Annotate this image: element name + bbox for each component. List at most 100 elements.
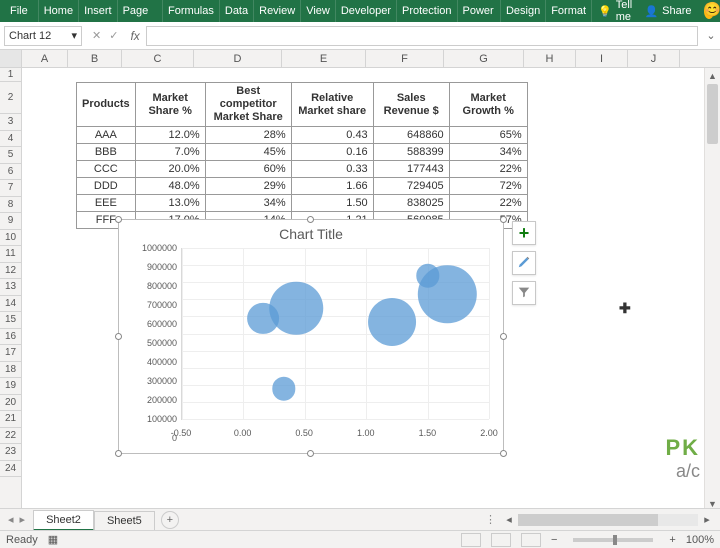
horizontal-scrollbar[interactable]: ◂ ▸ [502, 513, 714, 526]
row-header[interactable]: 5 [0, 147, 21, 164]
scroll-thumb[interactable] [707, 84, 718, 144]
row-header[interactable]: 6 [0, 164, 21, 181]
page-break-view-button[interactable] [521, 533, 541, 547]
th-market-growth[interactable]: Market Growth % [449, 83, 527, 127]
resize-handle[interactable] [115, 450, 122, 457]
cells-area[interactable]: Products Market Share % Best competitor … [22, 68, 720, 512]
ribbon-tab-design[interactable]: Design [501, 0, 546, 22]
chart-title[interactable]: Chart Title [119, 220, 503, 244]
cell[interactable]: EEE [77, 195, 136, 212]
zoom-in-button[interactable]: + [669, 534, 675, 546]
sheet-tab[interactable]: Sheet5 [94, 511, 155, 530]
row-header[interactable]: 15 [0, 312, 21, 329]
row-header[interactable]: 19 [0, 378, 21, 395]
col-header-J[interactable]: J [628, 50, 680, 67]
cell[interactable]: 28% [205, 127, 291, 144]
share-button[interactable]: 👤 Share [638, 5, 697, 18]
col-header-F[interactable]: F [366, 50, 444, 67]
ribbon-tab-home[interactable]: Home [39, 0, 79, 22]
cell[interactable]: 72% [449, 178, 527, 195]
row-header[interactable]: 11 [0, 246, 21, 263]
cell[interactable]: 20.0% [135, 161, 205, 178]
row-header[interactable]: 1 [0, 68, 21, 82]
col-header-A[interactable]: A [22, 50, 68, 67]
chart-object[interactable]: Chart Title 1000000 900000 800000 700000… [118, 219, 504, 454]
resize-handle[interactable] [115, 333, 122, 340]
cell[interactable]: 34% [205, 195, 291, 212]
zoom-slider[interactable] [573, 538, 653, 542]
sheet-nav-prev-icon[interactable]: ▸ [18, 513, 28, 526]
col-header-D[interactable]: D [194, 50, 282, 67]
cell[interactable]: 7.0% [135, 144, 205, 161]
row-header[interactable]: 13 [0, 279, 21, 296]
col-header-G[interactable]: G [444, 50, 524, 67]
bubble-BBB[interactable] [247, 302, 279, 334]
cell[interactable]: 48.0% [135, 178, 205, 195]
cell[interactable]: 588399 [373, 144, 449, 161]
scroll-up-arrow-icon[interactable]: ▲ [705, 68, 720, 84]
cell[interactable]: 12.0% [135, 127, 205, 144]
select-all-triangle[interactable] [0, 50, 22, 67]
cell[interactable]: 177443 [373, 161, 449, 178]
table-row[interactable]: BBB7.0%45%0.1658839934% [77, 144, 528, 161]
ribbon-tab-insert[interactable]: Insert [79, 0, 118, 22]
ribbon-tab-review[interactable]: Review [254, 0, 301, 22]
formula-input[interactable] [146, 26, 698, 46]
col-header-C[interactable]: C [122, 50, 194, 67]
resize-handle[interactable] [115, 216, 122, 223]
zoom-level[interactable]: 100% [686, 534, 714, 546]
fx-icon[interactable]: fx [124, 29, 145, 43]
row-header[interactable]: 24 [0, 461, 21, 478]
bubble-CCC[interactable] [272, 377, 295, 400]
th-market-share[interactable]: Market Share % [135, 83, 205, 127]
th-relative-market[interactable]: Relative Market share [291, 83, 373, 127]
row-header[interactable]: 21 [0, 411, 21, 428]
chart-plot-area[interactable]: 1000000 900000 800000 700000 600000 5000… [131, 248, 493, 438]
row-header[interactable]: 16 [0, 329, 21, 346]
bubble-FFF[interactable] [368, 298, 416, 346]
ribbon-tab-data[interactable]: Data [220, 0, 254, 22]
row-header[interactable]: 4 [0, 131, 21, 148]
row-header[interactable]: 17 [0, 345, 21, 362]
row-header[interactable]: 14 [0, 296, 21, 313]
enter-icon[interactable]: ✓ [109, 29, 118, 42]
hscroll-track[interactable] [518, 514, 698, 526]
cell[interactable]: 1.66 [291, 178, 373, 195]
cell[interactable]: AAA [77, 127, 136, 144]
row-header[interactable]: 20 [0, 395, 21, 412]
row-header[interactable]: 23 [0, 444, 21, 461]
row-header[interactable]: 12 [0, 263, 21, 280]
row-header[interactable]: 7 [0, 180, 21, 197]
row-header[interactable]: 18 [0, 362, 21, 379]
resize-handle[interactable] [500, 450, 507, 457]
normal-view-button[interactable] [461, 533, 481, 547]
scroll-right-arrow-icon[interactable]: ▸ [700, 513, 714, 526]
data-table[interactable]: Products Market Share % Best competitor … [76, 82, 528, 229]
cell[interactable]: 65% [449, 127, 527, 144]
tell-me[interactable]: 💡 Tell me [592, 0, 638, 23]
bubble-AAA[interactable] [269, 281, 323, 335]
col-header-B[interactable]: B [68, 50, 122, 67]
resize-handle[interactable] [307, 216, 314, 223]
sheet-nav-first-icon[interactable]: ◂ [6, 513, 16, 526]
cell[interactable]: 729405 [373, 178, 449, 195]
col-header-E[interactable]: E [282, 50, 366, 67]
expand-formula-bar-icon[interactable]: ⌄ [702, 29, 720, 42]
zoom-out-button[interactable]: − [551, 534, 557, 546]
chart-elements-button[interactable]: + [512, 221, 536, 245]
hscroll-thumb[interactable] [518, 514, 658, 526]
ribbon-tab-pagelayout[interactable]: Page Layo [118, 0, 163, 22]
table-row[interactable]: CCC20.0%60%0.3317744322% [77, 161, 528, 178]
cell[interactable]: 34% [449, 144, 527, 161]
th-best-competitor[interactable]: Best competitor Market Share [205, 83, 291, 127]
cell[interactable]: 0.33 [291, 161, 373, 178]
cell[interactable]: 648860 [373, 127, 449, 144]
resize-handle[interactable] [500, 333, 507, 340]
cell[interactable]: 60% [205, 161, 291, 178]
row-header[interactable]: 22 [0, 428, 21, 445]
cell[interactable]: 29% [205, 178, 291, 195]
resize-handle[interactable] [307, 450, 314, 457]
ribbon-tab-format[interactable]: Format [546, 0, 592, 22]
cell[interactable]: 13.0% [135, 195, 205, 212]
cell[interactable]: 45% [205, 144, 291, 161]
